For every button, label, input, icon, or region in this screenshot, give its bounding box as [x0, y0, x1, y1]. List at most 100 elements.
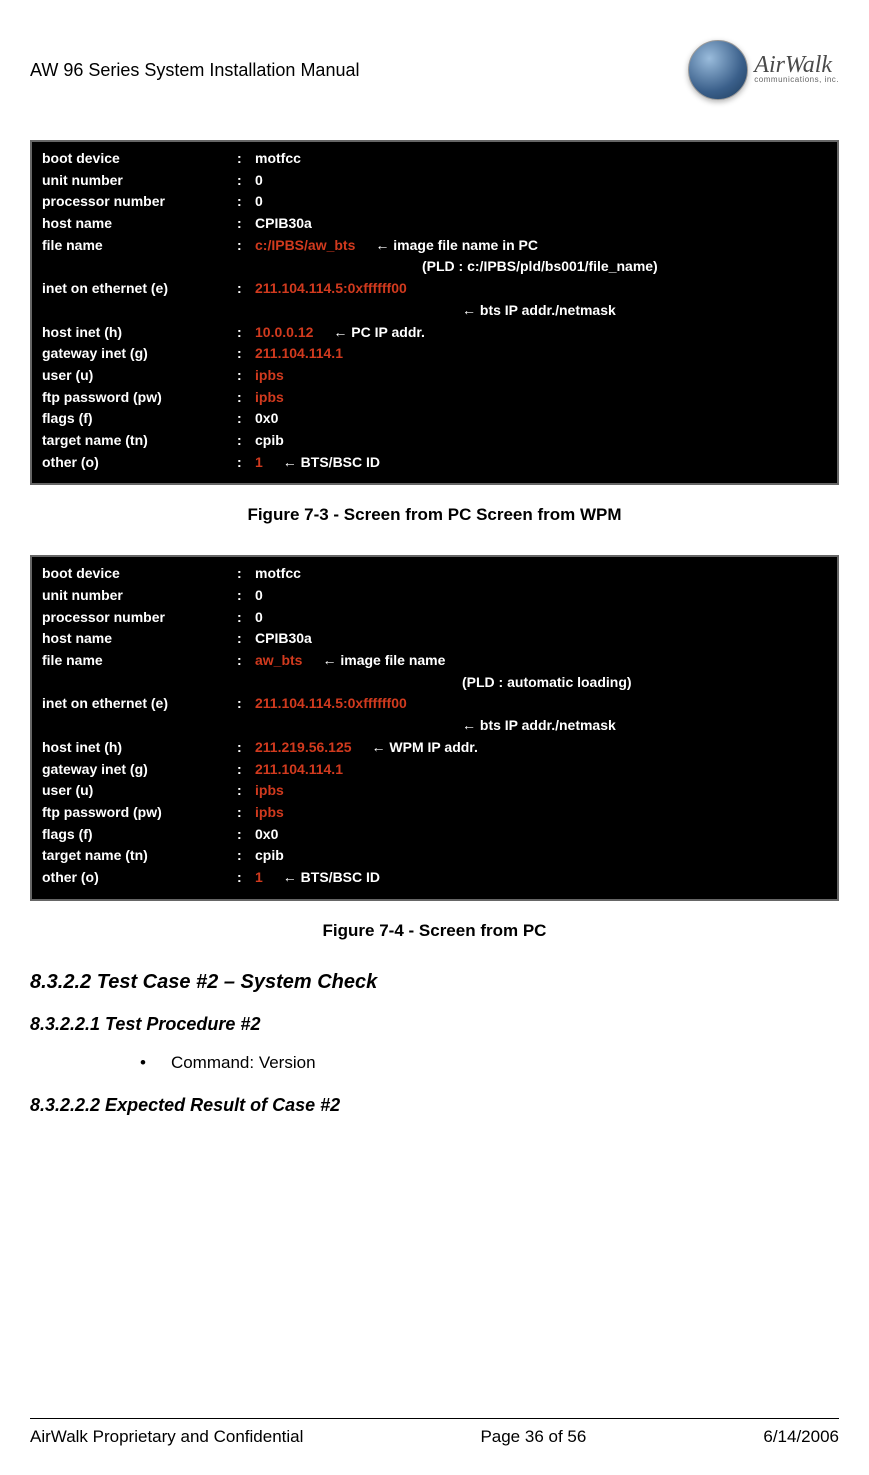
terminal-colon: : [237, 845, 255, 867]
terminal-label: other (o) [42, 867, 237, 889]
terminal-note: ← image file name in PC [375, 235, 538, 257]
terminal-value: 1 [255, 867, 263, 889]
terminal-label: unit number [42, 170, 237, 192]
terminal-value: 211.104.114.1 [255, 759, 343, 781]
terminal-value: cpib [255, 845, 284, 867]
page-header: AW 96 Series System Installation Manual … [30, 40, 839, 100]
heading-test-procedure-2: 8.3.2.2.1 Test Procedure #2 [30, 1014, 839, 1035]
terminal-label: host inet (h) [42, 322, 237, 344]
globe-icon [688, 40, 748, 100]
terminal-colon: : [237, 170, 255, 192]
terminal-note: ← bts IP addr./netmask [42, 300, 827, 322]
terminal-row: gateway inet (g):211.104.114.1 [42, 759, 827, 781]
terminal-row: host inet (h):10.0.0.12← PC IP addr. [42, 322, 827, 344]
logo-subtext: communications, inc. [754, 75, 839, 84]
terminal-value: 0 [255, 191, 263, 213]
terminal-row: host name:CPIB30a [42, 628, 827, 650]
terminal-row: unit number:0 [42, 585, 827, 607]
terminal-colon: : [237, 148, 255, 170]
terminal-colon: : [237, 802, 255, 824]
terminal-note: (PLD : automatic loading) [42, 672, 827, 694]
terminal-row: target name (tn):cpib [42, 845, 827, 867]
terminal-note: ← WPM IP addr. [372, 737, 478, 759]
terminal-row: boot device:motfcc [42, 563, 827, 585]
terminal-value: 10.0.0.12 [255, 322, 313, 344]
terminal-label: host name [42, 213, 237, 235]
terminal-colon: : [237, 343, 255, 365]
terminal-colon: : [237, 585, 255, 607]
terminal-row: unit number:0 [42, 170, 827, 192]
terminal-label: user (u) [42, 365, 237, 387]
terminal-screenshot-1: boot device:motfccunit number:0processor… [30, 140, 839, 485]
terminal-label: inet on ethernet (e) [42, 278, 237, 300]
heading-test-case-2: 8.3.2.2 Test Case #2 – System Check [30, 971, 839, 994]
terminal-label: boot device [42, 148, 237, 170]
terminal-value: 1 [255, 452, 263, 474]
terminal-row: other (o):1← BTS/BSC ID [42, 867, 827, 889]
terminal-note: ← BTS/BSC ID [283, 452, 380, 474]
terminal-screenshot-2: boot device:motfccunit number:0processor… [30, 555, 839, 900]
terminal-value: 0x0 [255, 408, 278, 430]
terminal-row: boot device:motfcc [42, 148, 827, 170]
terminal-row: processor number:0 [42, 607, 827, 629]
terminal-value: aw_bts [255, 650, 302, 672]
terminal-label: processor number [42, 607, 237, 629]
figure-caption-7-3: Figure 7-3 - Screen from PC Screen from … [30, 505, 839, 525]
terminal-note: ← image file name [322, 650, 445, 672]
terminal-label: unit number [42, 585, 237, 607]
terminal-row: target name (tn):cpib [42, 430, 827, 452]
terminal-colon: : [237, 235, 255, 257]
logo: AirWalk communications, inc. [688, 40, 839, 100]
terminal-value: ipbs [255, 780, 284, 802]
logo-text: AirWalk [754, 56, 839, 75]
heading-expected-result-2: 8.3.2.2.2 Expected Result of Case #2 [30, 1095, 839, 1116]
terminal-value: ipbs [255, 387, 284, 409]
terminal-value: 0x0 [255, 824, 278, 846]
terminal-colon: : [237, 628, 255, 650]
terminal-note: ← PC IP addr. [333, 322, 425, 344]
terminal-colon: : [237, 452, 255, 474]
terminal-value: 211.104.114.1 [255, 343, 343, 365]
terminal-row: user (u):ipbs [42, 365, 827, 387]
terminal-value: motfcc [255, 563, 301, 585]
terminal-label: host inet (h) [42, 737, 237, 759]
terminal-colon: : [237, 563, 255, 585]
terminal-label: host name [42, 628, 237, 650]
page-footer: AirWalk Proprietary and Confidential Pag… [30, 1418, 839, 1447]
terminal-note: ← bts IP addr./netmask [42, 715, 827, 737]
terminal-colon: : [237, 278, 255, 300]
terminal-label: ftp password (pw) [42, 387, 237, 409]
terminal-row: inet on ethernet (e):211.104.114.5:0xfff… [42, 693, 827, 715]
terminal-colon: : [237, 737, 255, 759]
terminal-row: gateway inet (g):211.104.114.1 [42, 343, 827, 365]
terminal-row: flags (f):0x0 [42, 824, 827, 846]
bullet-command: Command: Version [140, 1053, 839, 1073]
terminal-label: gateway inet (g) [42, 759, 237, 781]
terminal-note: (PLD : c:/IPBS/pld/bs001/file_name) [42, 256, 827, 278]
terminal-note: ← BTS/BSC ID [283, 867, 380, 889]
terminal-label: target name (tn) [42, 430, 237, 452]
terminal-row: file name:aw_bts← image file name [42, 650, 827, 672]
terminal-colon: : [237, 759, 255, 781]
terminal-colon: : [237, 213, 255, 235]
terminal-value: 211.219.56.125 [255, 737, 352, 759]
footer-center: Page 36 of 56 [480, 1427, 586, 1447]
figure-caption-7-4: Figure 7-4 - Screen from PC [30, 921, 839, 941]
terminal-row: ftp password (pw):ipbs [42, 387, 827, 409]
terminal-value: ipbs [255, 802, 284, 824]
terminal-value: 0 [255, 170, 263, 192]
terminal-label: user (u) [42, 780, 237, 802]
terminal-colon: : [237, 650, 255, 672]
terminal-label: boot device [42, 563, 237, 585]
terminal-label: inet on ethernet (e) [42, 693, 237, 715]
terminal-row: processor number:0 [42, 191, 827, 213]
terminal-value: 211.104.114.5:0xffffff00 [255, 693, 407, 715]
terminal-colon: : [237, 191, 255, 213]
terminal-colon: : [237, 408, 255, 430]
terminal-row: ftp password (pw):ipbs [42, 802, 827, 824]
terminal-value: CPIB30a [255, 213, 312, 235]
footer-right: 6/14/2006 [763, 1427, 839, 1447]
terminal-value: ipbs [255, 365, 284, 387]
terminal-colon: : [237, 430, 255, 452]
terminal-row: flags (f):0x0 [42, 408, 827, 430]
